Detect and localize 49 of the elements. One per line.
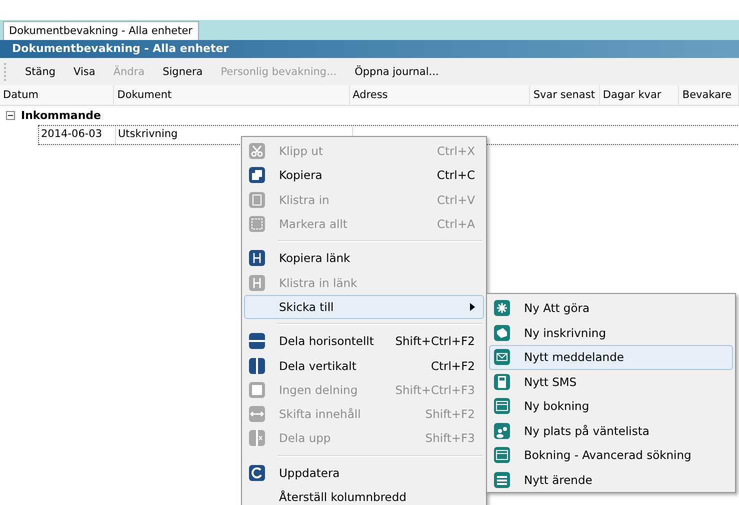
column-header[interactable]: Datum: [0, 85, 114, 105]
split-vertical-icon: [249, 358, 265, 374]
unsplit-icon: [249, 430, 265, 446]
menu-item[interactable]: Nytt SMS: [489, 370, 733, 394]
column-header[interactable]: Dagar kvar: [600, 85, 680, 105]
phone-icon: [494, 374, 510, 390]
select-all-icon: [249, 216, 265, 232]
table-cell: 2014-06-03: [39, 126, 116, 144]
menu-item[interactable]: Ny Att göra: [489, 296, 733, 320]
column-header[interactable]: Bevakare: [679, 85, 739, 105]
asterisk-icon: [494, 300, 510, 316]
toolbar-button[interactable]: Stäng: [20, 64, 61, 80]
toolbar-button[interactable]: Signera: [158, 64, 208, 80]
toolbar-button[interactable]: Visa: [68, 64, 100, 80]
column-header[interactable]: Dokument: [114, 85, 350, 105]
copy-icon: [249, 167, 265, 184]
collapse-icon[interactable]: [6, 111, 15, 120]
scissors-icon: [249, 143, 265, 160]
list-icon: [494, 472, 510, 488]
paste-icon: [249, 192, 265, 208]
panel-title: Dokumentbevakning - Alla enheter: [12, 42, 229, 55]
people-icon: [494, 422, 510, 439]
toolbar-button[interactable]: Öppna journal...: [350, 64, 444, 80]
toolbar-grip[interactable]: [4, 62, 8, 80]
split-horizontal-icon: [249, 333, 265, 350]
menu-item[interactable]: Återställ kolumnbredd: [244, 484, 484, 505]
menu-item[interactable]: Ny inskrivning: [489, 320, 733, 345]
envelope-icon: [494, 349, 510, 366]
menu-item[interactable]: Nytt ärende: [489, 468, 733, 492]
menu-item[interactable]: Ny bokning: [489, 394, 733, 418]
menu-item[interactable]: Skicka till: [244, 294, 484, 320]
submenu-arrow-icon: [470, 302, 475, 311]
calendar-icon: [494, 447, 510, 464]
column-header[interactable]: Svar senast: [530, 85, 600, 105]
menu-item[interactable]: Kopiera Ctrl+C: [244, 163, 484, 188]
document-tab[interactable]: Dokumentbevakning - Alla enheter: [3, 21, 199, 40]
menu-item[interactable]: Dela horisontellt Shift+Ctrl+F2: [244, 329, 484, 354]
column-header[interactable]: Adress: [350, 85, 530, 105]
calendar-icon: [494, 398, 510, 414]
menu-item[interactable]: Ny plats på väntelista: [489, 418, 733, 443]
menu-item[interactable]: Dela vertikalt Ctrl+F2: [244, 353, 484, 378]
square-icon: [249, 382, 265, 398]
group-label: Inkommande: [21, 109, 102, 122]
refresh-icon: [249, 464, 265, 481]
swap-icon: [249, 406, 265, 422]
menu-item[interactable]: Nytt meddelande: [489, 345, 733, 370]
menu-item[interactable]: Uppdatera: [244, 460, 484, 485]
menu-item[interactable]: Bokning - Avancerad sökning: [489, 443, 733, 468]
menu-item[interactable]: Kopiera länk: [244, 246, 484, 270]
